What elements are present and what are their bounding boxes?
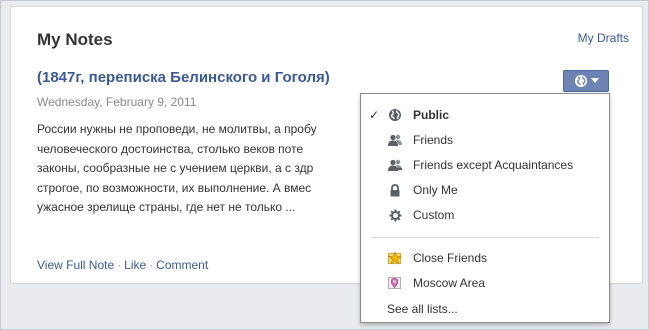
menu-item-label: Friends <box>413 133 454 147</box>
menu-item-custom[interactable]: Custom <box>361 204 609 226</box>
note-date: Wednesday, February 9, 2011 <box>37 95 197 109</box>
view-full-note-link[interactable]: View Full Note <box>37 258 114 272</box>
menu-item-label: Custom <box>413 208 455 222</box>
note-excerpt-line: человеческого достоинства, столько веков… <box>37 141 304 156</box>
location-pin-icon <box>388 276 402 290</box>
note-actions: View Full Note · Like · Comment <box>37 258 208 272</box>
menu-item-label: Friends except Acquaintances <box>413 158 574 172</box>
see-all-lists-link[interactable]: See all lists... <box>387 302 458 316</box>
note-excerpt: России нужны не проповеди, не молитвы, а… <box>37 120 377 218</box>
friends-except-icon <box>388 158 402 172</box>
privacy-dropdown-menu: ✓ Public Friends Friends except Acquaint… <box>360 93 610 323</box>
menu-item-label: Moscow Area <box>413 276 486 290</box>
menu-item-friends[interactable]: Friends <box>361 129 609 151</box>
note-excerpt-line: ужасное зрелище страны, где нет не тольк… <box>37 200 296 214</box>
separator: · <box>117 258 122 272</box>
menu-item-label: Public <box>413 108 450 122</box>
check-mark-icon: ✓ <box>369 108 380 122</box>
note-title-link[interactable]: (1847г, переписка Белинского и Гоголя) <box>37 69 330 86</box>
note-excerpt-line: строгое, по возможности, их выполнение. … <box>37 180 312 195</box>
menu-item-moscow-area[interactable]: Moscow Area <box>361 272 609 294</box>
menu-divider <box>371 237 599 238</box>
note-excerpt-line: России нужны не проповеди, не молитвы, а… <box>37 122 317 136</box>
my-drafts-link[interactable]: My Drafts <box>578 31 629 45</box>
like-link[interactable]: Like <box>124 258 146 272</box>
privacy-selector-button[interactable] <box>563 70 609 92</box>
menu-item-close-friends[interactable]: Close Friends <box>361 247 609 269</box>
lock-icon <box>388 183 402 197</box>
friends-icon <box>388 133 402 147</box>
menu-item-friends-except-acquaintances[interactable]: Friends except Acquaintances <box>361 154 609 176</box>
menu-item-label: Only Me <box>413 183 458 197</box>
menu-item-public[interactable]: ✓ Public <box>361 104 609 126</box>
note-excerpt-line: законы, сообразные не с учением церкви, … <box>37 161 314 175</box>
star-icon <box>388 251 402 265</box>
globe-icon <box>574 74 588 88</box>
menu-item-only-me[interactable]: Only Me <box>361 179 609 201</box>
page-title: My Notes <box>37 30 113 49</box>
caret-down-icon <box>590 78 599 84</box>
menu-item-label: Close Friends <box>413 251 488 265</box>
globe-icon <box>388 108 402 122</box>
separator: · <box>149 258 154 272</box>
gear-icon <box>388 208 402 222</box>
comment-link[interactable]: Comment <box>156 258 208 272</box>
